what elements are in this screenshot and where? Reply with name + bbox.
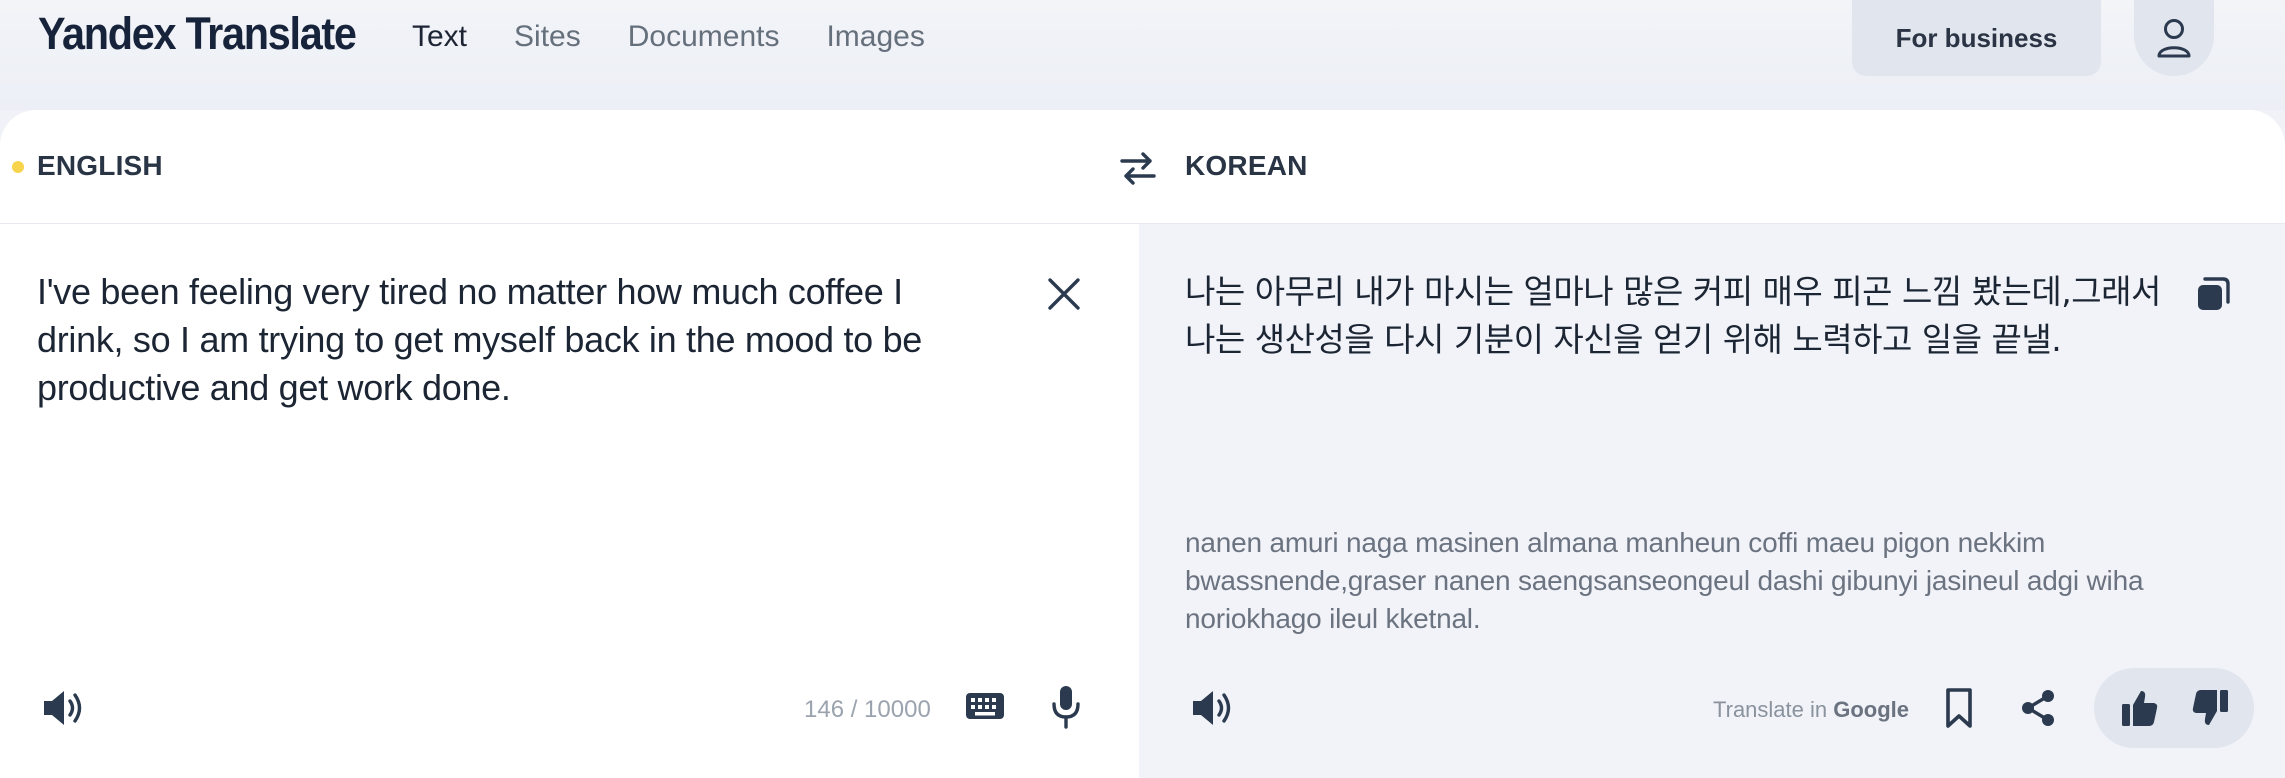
listen-translation-button[interactable] [1189,686,1235,734]
nav-tab-text[interactable]: Text [412,20,467,54]
nav-tab-documents[interactable]: Documents [628,20,780,54]
voice-input-button[interactable] [1050,684,1082,734]
for-business-button[interactable]: For business [1852,0,2101,76]
share-button[interactable] [2017,686,2059,734]
user-account-button[interactable] [2134,0,2214,76]
clear-button[interactable] [1042,272,1086,316]
thumbs-down-button[interactable] [2190,688,2230,732]
copy-translation-button[interactable] [2193,274,2233,318]
speaker-icon [1193,691,1231,725]
language-bar: ENGLISH KOREAN [0,110,2285,224]
bookmark-button[interactable] [1941,686,1977,734]
virtual-keyboard-button[interactable] [964,690,1006,726]
top-bar: Yandex Translate Text Sites Documents Im… [0,0,2285,110]
nav-tab-sites[interactable]: Sites [514,20,581,54]
keyboard-icon [966,693,1004,719]
translator-card: ENGLISH KOREAN I've been feeling very ti… [0,110,2285,778]
thumbs-up-icon [2122,691,2158,726]
user-icon [2157,19,2191,58]
feedback-group [2094,668,2254,748]
translate-in-google-link[interactable]: Translate in Google [1713,697,1909,723]
thumbs-up-button[interactable] [2120,688,2160,732]
share-icon [2022,690,2054,726]
speaker-icon [44,691,82,725]
target-pane: 나는 아무리 내가 마시는 얼마나 많은 커피 매우 피곤 느낌 봤는데,그래서… [1139,224,2285,778]
target-language-selector[interactable]: KOREAN [1185,150,1308,182]
logo[interactable]: Yandex Translate [38,8,357,60]
character-counter: 146 / 10000 [804,696,931,723]
clear-icon [1048,278,1080,310]
transliteration-text: nanen amuri naga masinen almana manheun … [1185,527,2144,634]
thumbs-down-icon [2192,690,2228,725]
listen-source-button[interactable] [40,686,86,734]
copy-icon [2198,277,2230,310]
nav-tab-images[interactable]: Images [826,20,924,54]
swap-arrows-icon [1120,152,1156,185]
source-language-selector[interactable]: ENGLISH [37,150,163,182]
translation-output: 나는 아무리 내가 마시는 얼마나 많은 커피 매우 피곤 느낌 봤는데,그래서… [1185,272,2161,359]
microphone-icon [1052,686,1080,729]
source-pane: I've been feeling very tired no matter h… [0,224,1139,778]
source-text-input[interactable]: I've been feeling very tired no matter h… [37,268,997,412]
source-language-indicator [12,161,24,173]
google-label: Google [1833,697,1910,722]
main-nav: Text Sites Documents Images [412,20,972,54]
bookmark-icon [1946,688,1972,728]
translate-in-label: Translate in [1713,697,1828,722]
swap-languages-button[interactable] [1118,148,1158,188]
